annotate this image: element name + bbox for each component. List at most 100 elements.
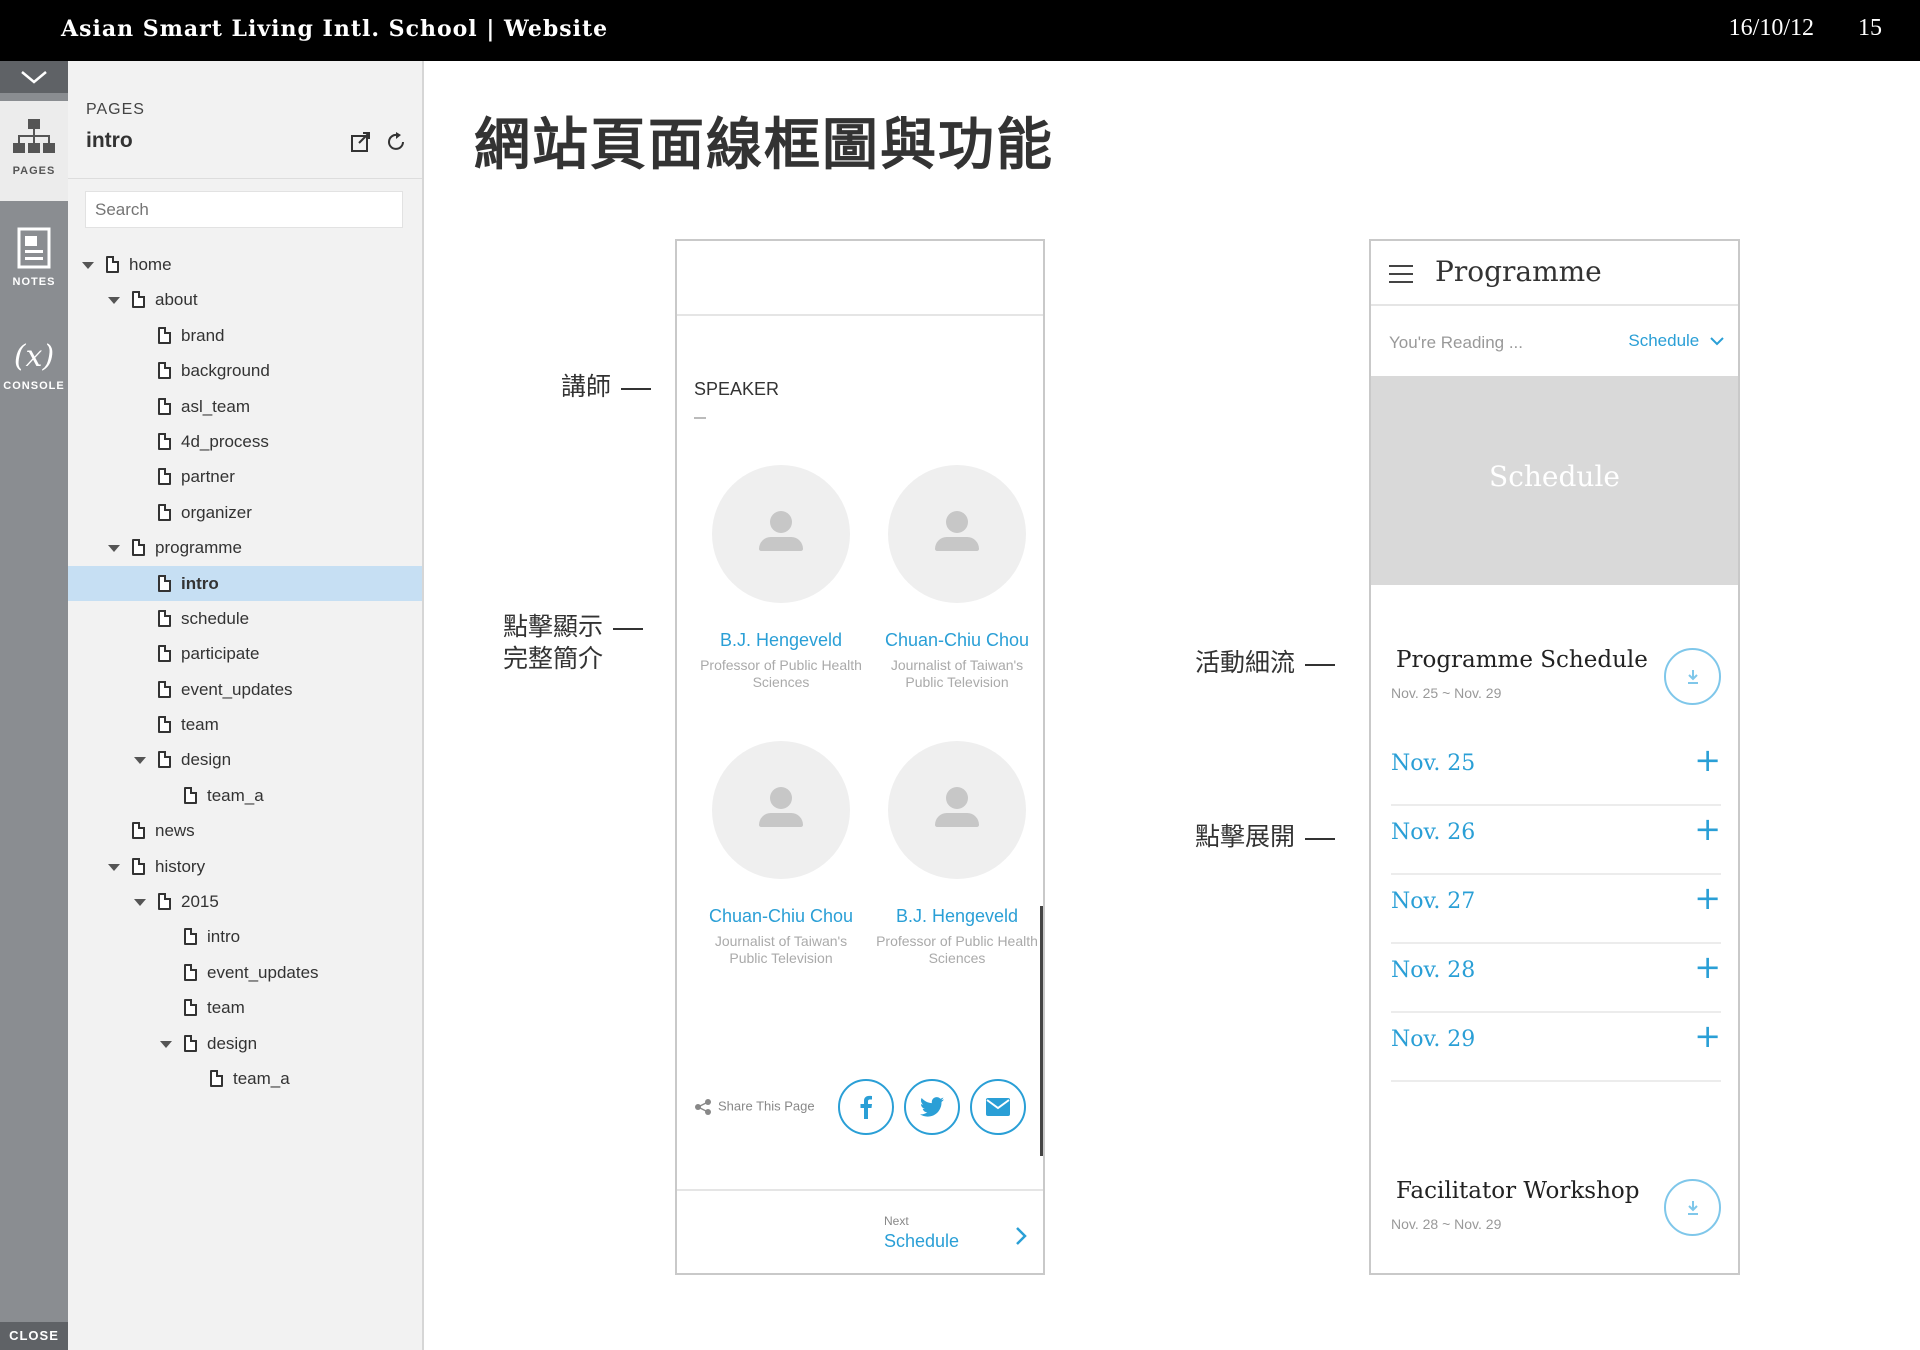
section-dropdown[interactable]: Schedule xyxy=(1628,331,1724,351)
tree-item[interactable]: team_a xyxy=(68,778,422,813)
tree-item-label: team_a xyxy=(233,1068,290,1088)
tree-item[interactable]: news xyxy=(68,813,422,848)
speaker-card[interactable]: Chuan-Chiu Chou Journalist of Taiwan's P… xyxy=(872,465,1042,691)
tree-item[interactable]: organizer xyxy=(68,495,422,530)
speaker-role: Journalist of Taiwan's Public Television xyxy=(714,933,848,966)
tree-item[interactable]: about xyxy=(68,282,422,317)
speaker-name: Chuan-Chiu Chou xyxy=(884,630,1030,650)
tree-item[interactable]: background xyxy=(68,353,422,388)
download-button[interactable] xyxy=(1664,1179,1721,1236)
mail-button[interactable] xyxy=(970,1079,1026,1135)
facebook-icon xyxy=(860,1095,872,1119)
banner-title: Schedule xyxy=(1489,460,1620,493)
slide-title: 網站頁面線框圖與功能 xyxy=(474,112,1054,178)
tree-item[interactable]: participate xyxy=(68,636,422,671)
chevron-down-icon xyxy=(1710,337,1724,346)
tree-item[interactable]: team xyxy=(68,707,422,742)
page-icon xyxy=(184,999,197,1017)
tree-item[interactable]: brand xyxy=(68,318,422,353)
tree-item[interactable]: 2015 xyxy=(68,884,422,919)
tree-item[interactable]: design xyxy=(68,1026,422,1061)
speaker-card[interactable]: B.J. Hengeveld Professor of Public Healt… xyxy=(872,741,1042,967)
panel-divider xyxy=(68,178,422,179)
divider xyxy=(677,314,1043,316)
tree-item[interactable]: 4d_process xyxy=(68,424,422,459)
tree-item[interactable]: programme xyxy=(68,530,422,565)
download-button[interactable] xyxy=(1664,648,1721,705)
panel-actions xyxy=(340,131,408,158)
tree-item[interactable]: history xyxy=(68,849,422,884)
chevron-right-icon[interactable] xyxy=(1015,1226,1027,1246)
tree-item-label: about xyxy=(155,290,198,310)
search-input[interactable] xyxy=(85,191,403,228)
tree-item[interactable]: asl_team xyxy=(68,389,422,424)
section-dates: Nov. 28 ~ Nov. 29 xyxy=(1391,1216,1502,1232)
facebook-button[interactable] xyxy=(838,1079,894,1135)
tree-item-label: participate xyxy=(181,644,260,664)
tree-item[interactable]: intro xyxy=(68,919,422,954)
scrollbar[interactable] xyxy=(1040,906,1043,1156)
page-icon xyxy=(158,503,171,521)
tree-item[interactable]: intro xyxy=(68,565,422,601)
tree-item[interactable]: design xyxy=(68,742,422,777)
tree-item[interactable]: team_a xyxy=(68,1061,422,1096)
page-icon xyxy=(132,291,145,309)
page-icon xyxy=(106,256,119,273)
heading-underline xyxy=(694,417,706,419)
speaker-role: Journalist of Taiwan's Public Television xyxy=(890,657,1024,690)
speaker-name: B.J. Hengeveld xyxy=(895,906,1019,926)
collapse-toggle[interactable] xyxy=(0,61,68,93)
day-row[interactable]: Nov. 25 + xyxy=(1391,737,1721,806)
programme-wireframe: Programme You're Reading ... Schedule Sc… xyxy=(1369,239,1740,1275)
page-tree: home about brand background asl_team 4d_proce… xyxy=(68,247,422,1096)
expand-caret-icon[interactable] xyxy=(82,262,94,269)
annotation-schedule-detail: 活動細流 xyxy=(1195,647,1336,679)
plus-icon: + xyxy=(1694,741,1721,779)
page-icon xyxy=(132,822,145,840)
pages-tab[interactable]: PAGES xyxy=(0,101,68,201)
tree-item-label: brand xyxy=(181,325,225,345)
console-tab[interactable]: (x) CONSOLE xyxy=(0,339,68,392)
day-label: Nov. 25 xyxy=(1391,751,1476,776)
export-icon[interactable] xyxy=(350,131,372,158)
refresh-icon[interactable] xyxy=(386,131,408,158)
notes-tab[interactable]: NOTES xyxy=(0,226,68,288)
tree-item[interactable]: event_updates xyxy=(68,955,422,990)
tree-item[interactable]: home xyxy=(68,247,422,282)
close-button[interactable]: CLOSE xyxy=(0,1322,68,1350)
day-row[interactable]: Nov. 27 + xyxy=(1391,875,1721,944)
expand-caret-icon[interactable] xyxy=(134,757,146,765)
page-icon xyxy=(158,645,171,663)
tree-item[interactable]: team xyxy=(68,990,422,1025)
tree-item[interactable]: schedule xyxy=(68,601,422,636)
top-bar: Asian Smart Living Intl. School | Websit… xyxy=(0,0,1920,61)
tree-item-label: home xyxy=(129,255,172,274)
header-title: Programme xyxy=(1435,255,1602,288)
tree-item[interactable]: event_updates xyxy=(68,672,422,707)
expand-caret-icon[interactable] xyxy=(108,863,120,871)
tree-item-label: asl_team xyxy=(181,396,250,416)
avatar xyxy=(888,465,1026,603)
tree-item-label: background xyxy=(181,361,270,381)
next-link[interactable]: Schedule xyxy=(884,1231,959,1252)
hero-banner: Schedule xyxy=(1371,376,1738,585)
day-row[interactable]: Nov. 28 + xyxy=(1391,944,1721,1013)
expand-caret-icon[interactable] xyxy=(160,1040,172,1048)
share-row: Share This Page xyxy=(694,1098,815,1116)
day-row[interactable]: Nov. 29 + xyxy=(1391,1013,1721,1082)
speaker-card[interactable]: Chuan-Chiu Chou Journalist of Taiwan's P… xyxy=(696,741,866,967)
leader-line xyxy=(621,387,652,390)
expand-caret-icon[interactable] xyxy=(108,297,120,305)
page-icon xyxy=(158,893,171,911)
plus-icon: + xyxy=(1694,810,1721,848)
expand-caret-icon[interactable] xyxy=(134,899,146,907)
speaker-card[interactable]: B.J. Hengeveld Professor of Public Healt… xyxy=(696,465,866,691)
twitter-button[interactable] xyxy=(904,1079,960,1135)
expand-caret-icon[interactable] xyxy=(108,545,120,553)
day-row[interactable]: Nov. 26 + xyxy=(1391,806,1721,875)
tree-item[interactable]: partner xyxy=(68,459,422,494)
page-icon xyxy=(132,539,145,557)
menu-icon[interactable] xyxy=(1389,265,1413,289)
leader-line xyxy=(1305,837,1336,840)
tree-item-label: history xyxy=(155,856,206,876)
